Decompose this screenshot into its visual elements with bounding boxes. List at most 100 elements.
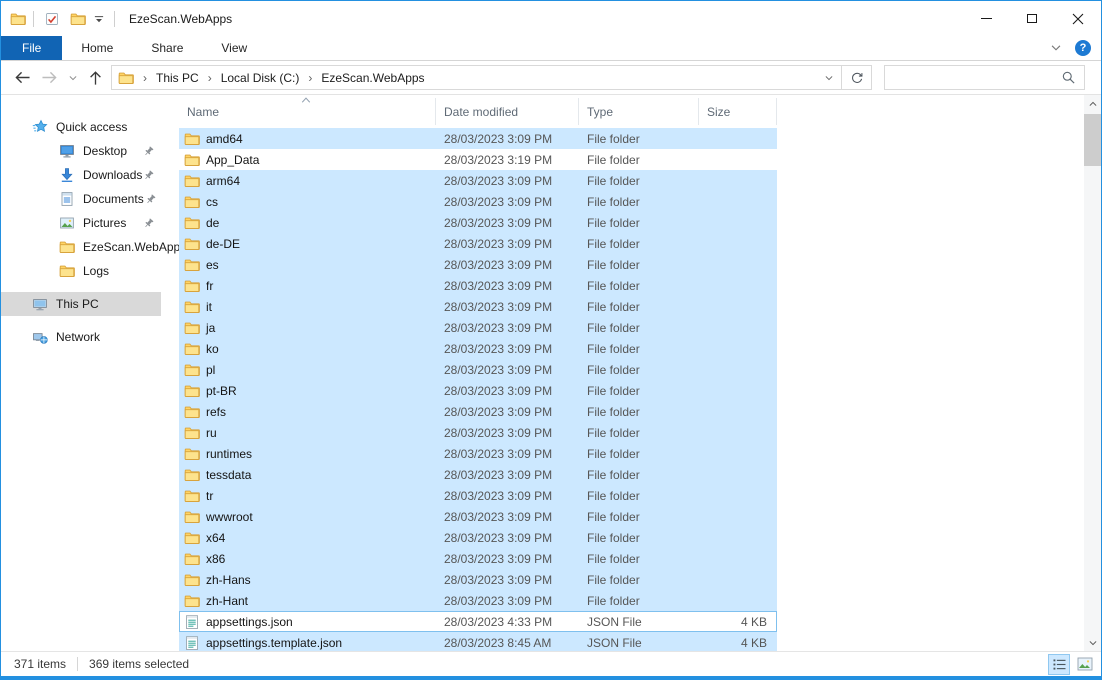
vertical-scrollbar[interactable] — [1084, 95, 1101, 651]
column-header-size[interactable]: Size — [699, 98, 777, 125]
file-row[interactable]: arm6428/03/2023 3:09 PMFile folder — [179, 170, 777, 191]
file-type: File folder — [579, 426, 699, 440]
qat-new-folder-button[interactable] — [67, 7, 89, 31]
sidebar-item-downloads[interactable]: Downloads — [1, 163, 161, 187]
file-name-cell: es — [179, 257, 436, 273]
address-box[interactable]: ›This PC›Local Disk (C:)›EzeScan.WebApps — [111, 65, 872, 90]
refresh-button[interactable] — [842, 66, 871, 89]
file-row[interactable]: it28/03/2023 3:09 PMFile folder — [179, 296, 777, 317]
file-row[interactable]: amd6428/03/2023 3:09 PMFile folder — [179, 128, 777, 149]
status-bar: 371 items 369 items selected — [1, 651, 1101, 676]
address-dropdown-button[interactable] — [817, 73, 841, 83]
selected-count: 369 items selected — [89, 657, 189, 671]
breadcrumb-segment[interactable]: This PC — [156, 71, 199, 85]
column-header-type[interactable]: Type — [579, 98, 699, 125]
up-button[interactable] — [88, 70, 103, 86]
up-arrow-icon — [88, 70, 103, 86]
scrollbar-track[interactable] — [1084, 166, 1101, 634]
back-button[interactable] — [14, 70, 31, 85]
file-name: ko — [206, 342, 219, 356]
file-row[interactable]: tessdata28/03/2023 3:09 PMFile folder — [179, 464, 777, 485]
qat-properties-button[interactable] — [41, 7, 63, 31]
file-list[interactable]: amd6428/03/2023 3:09 PMFile folderApp_Da… — [179, 128, 1084, 651]
file-date-modified: 28/03/2023 3:09 PM — [436, 279, 579, 293]
file-row[interactable]: ko28/03/2023 3:09 PMFile folder — [179, 338, 777, 359]
file-date-modified: 28/03/2023 3:09 PM — [436, 195, 579, 209]
file-date-modified: 28/03/2023 3:09 PM — [436, 216, 579, 230]
file-date-modified: 28/03/2023 4:33 PM — [436, 615, 579, 629]
file-row[interactable]: appsettings.json28/03/2023 4:33 PMJSON F… — [179, 611, 777, 632]
file-name: runtimes — [206, 447, 252, 461]
close-button[interactable] — [1055, 1, 1101, 36]
file-name: amd64 — [206, 132, 243, 146]
maximize-button[interactable] — [1009, 1, 1055, 36]
status-separator — [77, 657, 78, 671]
file-row[interactable]: appsettings.template.json28/03/2023 8:45… — [179, 632, 777, 651]
file-name-cell: appsettings.json — [179, 614, 436, 630]
tab-share[interactable]: Share — [132, 36, 202, 60]
file-row[interactable]: pl28/03/2023 3:09 PMFile folder — [179, 359, 777, 380]
details-view-button[interactable] — [1048, 654, 1070, 675]
thumbnails-view-button[interactable] — [1074, 654, 1096, 675]
file-row[interactable]: refs28/03/2023 3:09 PMFile folder — [179, 401, 777, 422]
file-type: File folder — [579, 300, 699, 314]
sidebar-item-network[interactable]: Network — [1, 325, 161, 349]
file-row[interactable]: zh-Hant28/03/2023 3:09 PMFile folder — [179, 590, 777, 611]
file-row[interactable]: App_Data28/03/2023 3:19 PMFile folder — [179, 149, 777, 170]
forward-button[interactable] — [41, 70, 58, 85]
file-row[interactable]: wwwroot28/03/2023 3:09 PMFile folder — [179, 506, 777, 527]
file-row[interactable]: x8628/03/2023 3:09 PMFile folder — [179, 548, 777, 569]
sidebar-item-desktop[interactable]: Desktop — [1, 139, 161, 163]
file-row[interactable]: ru28/03/2023 3:09 PMFile folder — [179, 422, 777, 443]
file-row[interactable]: runtimes28/03/2023 3:09 PMFile folder — [179, 443, 777, 464]
tab-view[interactable]: View — [202, 36, 266, 60]
scroll-down-button[interactable] — [1084, 634, 1101, 651]
file-size: 4 KB — [699, 636, 777, 650]
file-type: File folder — [579, 174, 699, 188]
tab-file[interactable]: File — [1, 36, 62, 60]
recent-locations-dropdown[interactable] — [68, 73, 78, 83]
sidebar-item-quick-access[interactable]: Quick access — [1, 115, 161, 139]
sidebar-item-this-pc[interactable]: This PC — [1, 292, 161, 316]
file-name-cell: ko — [179, 341, 436, 357]
tab-home[interactable]: Home — [62, 36, 132, 60]
file-row[interactable]: tr28/03/2023 3:09 PMFile folder — [179, 485, 777, 506]
file-row[interactable]: zh-Hans28/03/2023 3:09 PMFile folder — [179, 569, 777, 590]
file-type: File folder — [579, 447, 699, 461]
pin-icon — [144, 193, 157, 206]
file-name: es — [206, 258, 219, 272]
file-row[interactable]: de-DE28/03/2023 3:09 PMFile folder — [179, 233, 777, 254]
help-button[interactable]: ? — [1075, 40, 1091, 56]
file-name: appsettings.template.json — [206, 636, 342, 650]
file-date-modified: 28/03/2023 3:09 PM — [436, 363, 579, 377]
sidebar-item-ezescan-webapps[interactable]: EzeScan.WebApps — [1, 235, 161, 259]
sidebar-item-label: Quick access — [56, 120, 127, 134]
breadcrumb-segment[interactable]: Local Disk (C:) — [221, 71, 300, 85]
file-row[interactable]: ja28/03/2023 3:09 PMFile folder — [179, 317, 777, 338]
sidebar-item-logs[interactable]: Logs — [1, 259, 161, 283]
scroll-up-button[interactable] — [1084, 95, 1101, 112]
column-header-date-modified[interactable]: Date modified — [436, 98, 579, 125]
file-row[interactable]: de28/03/2023 3:09 PMFile folder — [179, 212, 777, 233]
scrollbar-thumb[interactable] — [1084, 114, 1101, 166]
file-name: tr — [206, 489, 213, 503]
chevron-down-icon — [824, 73, 834, 83]
sidebar-item-pictures[interactable]: Pictures — [1, 211, 161, 235]
file-row[interactable]: cs28/03/2023 3:09 PMFile folder — [179, 191, 777, 212]
file-row[interactable]: es28/03/2023 3:09 PMFile folder — [179, 254, 777, 275]
file-row[interactable]: pt-BR28/03/2023 3:09 PMFile folder — [179, 380, 777, 401]
sidebar-item-documents[interactable]: Documents — [1, 187, 161, 211]
search-input[interactable] — [885, 71, 1061, 85]
chevron-down-icon — [68, 73, 78, 83]
titlebar: EzeScan.WebApps — [1, 1, 1101, 36]
file-row[interactable]: x6428/03/2023 3:09 PMFile folder — [179, 527, 777, 548]
breadcrumb-segment[interactable]: EzeScan.WebApps — [321, 71, 424, 85]
file-type: File folder — [579, 237, 699, 251]
file-row[interactable]: fr28/03/2023 3:09 PMFile folder — [179, 275, 777, 296]
file-list-pane[interactable]: Name Date modified Type Size amd6428/03/… — [179, 95, 1084, 651]
ribbon-collapse-button[interactable] — [1049, 40, 1065, 56]
file-name: App_Data — [206, 153, 259, 167]
minimize-button[interactable] — [963, 1, 1009, 36]
qat-customize-dropdown[interactable] — [91, 7, 107, 31]
file-name: ja — [206, 321, 215, 335]
